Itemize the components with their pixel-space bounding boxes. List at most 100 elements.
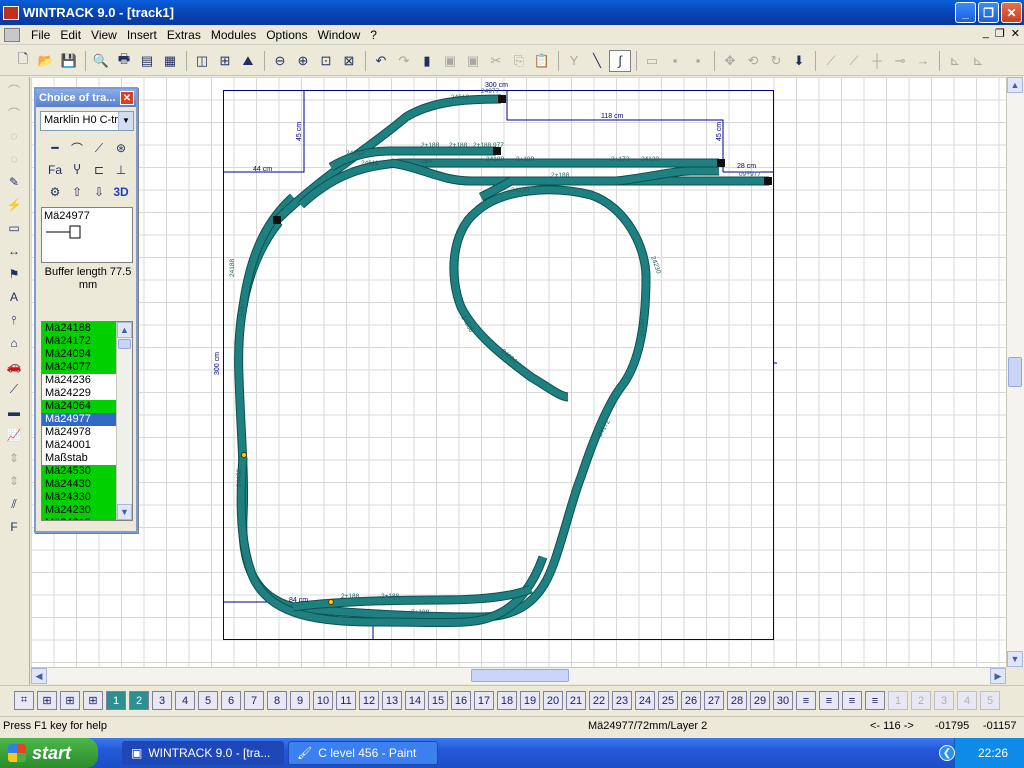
vehicle-icon[interactable]: 🚗 [2, 356, 26, 376]
layer-button-28[interactable]: 28 [727, 691, 747, 710]
scroll-up-arrow[interactable]: ▲ [1007, 77, 1023, 93]
open-icon[interactable]: 📂 [35, 50, 57, 72]
parts-list-item[interactable]: Maßstab [42, 452, 117, 465]
parts-list-item[interactable]: Mä24094 [42, 348, 117, 361]
view-slot-3-icon[interactable]: 3 [934, 691, 954, 710]
decoder-icon[interactable]: Fa [44, 159, 66, 181]
layer-tool-3-icon[interactable]: ⊞ [60, 691, 80, 710]
switch-icon[interactable]: Y [563, 50, 585, 72]
vertical-scroll-thumb[interactable] [1008, 357, 1022, 387]
track-end-icon[interactable]: ⊸ [889, 50, 911, 72]
layer-button-17[interactable]: 17 [474, 691, 494, 710]
zoom-in-icon[interactable]: ⊕ [292, 50, 314, 72]
split-icon[interactable]: ⟋ [843, 50, 865, 72]
zoom-window-icon[interactable]: ⊡ [315, 50, 337, 72]
layer-button-10[interactable]: 10 [313, 691, 333, 710]
landscape-icon[interactable]: ⛰ [237, 50, 259, 72]
menu-extras[interactable]: Extras [162, 28, 206, 42]
layer-button-6[interactable]: 6 [221, 691, 241, 710]
track-plan[interactable]: 300 cm 118 cm 28 cm 44 cm 84 cm 300 cm 4… [31, 77, 1006, 667]
menu-edit[interactable]: Edit [55, 28, 86, 42]
mdi-restore-button[interactable]: ❐ [995, 27, 1005, 40]
layer-button-8[interactable]: 8 [267, 691, 287, 710]
layer-button-25[interactable]: 25 [658, 691, 678, 710]
text-icon[interactable]: A [2, 287, 26, 307]
tray-expand-icon[interactable]: ❮ [939, 745, 955, 761]
parts-list-item[interactable]: Mä24064 [42, 400, 117, 413]
view-slot-1-icon[interactable]: 1 [888, 691, 908, 710]
book-icon[interactable]: ▮ [416, 50, 438, 72]
curve-tool-icon[interactable]: ∫ [609, 49, 631, 72]
place-object-icon[interactable]: ⬇ [788, 50, 810, 72]
layer-color-icon[interactable]: ≡ [819, 691, 839, 710]
save-icon[interactable]: 💾 [58, 50, 80, 72]
ungroup-icon[interactable]: ▪ [664, 50, 686, 72]
rotate-180-icon[interactable]: ↻ [765, 50, 787, 72]
catenary-icon[interactable]: ⚡ [2, 195, 26, 215]
copy-icon[interactable]: ⎘ [508, 50, 530, 72]
layer-button-24[interactable]: 24 [635, 691, 655, 710]
view-slot-2-icon[interactable]: 2 [911, 691, 931, 710]
layer-button-18[interactable]: 18 [497, 691, 517, 710]
horizontal-scrollbar[interactable]: ◀ ▶ [31, 667, 1006, 684]
print-icon[interactable]: 🖶 [113, 50, 135, 72]
move-icon[interactable]: ✥ [719, 50, 741, 72]
straight-track-icon[interactable]: ━ [44, 137, 66, 159]
parts-list-item[interactable]: Mä24330 [42, 491, 117, 504]
layer-button-9[interactable]: 9 [290, 691, 310, 710]
layer-button-2[interactable]: 2 [129, 691, 149, 710]
menu-modules[interactable]: Modules [206, 28, 261, 42]
menu-insert[interactable]: Insert [122, 28, 162, 42]
parts-list-item[interactable]: Mä24236 [42, 374, 117, 387]
manufacturer-select[interactable]: Marklin H0 C-tra ▼ [40, 111, 134, 131]
down-arrow-icon[interactable]: ⇩ [88, 181, 110, 203]
ramp-icon[interactable]: ⟋ [2, 379, 26, 399]
parts-list-item[interactable]: Mä24230 [42, 504, 117, 517]
layer-button-15[interactable]: 15 [428, 691, 448, 710]
horizontal-scroll-thumb[interactable] [471, 669, 569, 682]
junction-icon[interactable]: ┼ [866, 50, 888, 72]
parts-list-item[interactable]: Mä24530 [42, 465, 117, 478]
panel-title-bar[interactable]: Choice of tra... ✕ [36, 89, 136, 107]
group-icon[interactable]: ▭ [641, 50, 663, 72]
parts-icon[interactable]: ⚙ [44, 181, 66, 203]
layer-button-22[interactable]: 22 [589, 691, 609, 710]
height-icon[interactable]: ⇕ [2, 448, 26, 468]
dimension-icon[interactable]: ↔ [2, 241, 26, 261]
scroll-left-arrow[interactable]: ◀ [31, 668, 47, 684]
layer-button-23[interactable]: 23 [612, 691, 632, 710]
flex-track-icon[interactable]: ╲ [586, 50, 608, 72]
parts-list-icon[interactable]: ▦ [159, 50, 181, 72]
block-icon[interactable]: ⊏ [88, 159, 110, 181]
menu-options[interactable]: Options [261, 28, 312, 42]
rotate-icon[interactable]: ⟲ [742, 50, 764, 72]
curved-track-icon[interactable]: ⌒ [66, 137, 88, 159]
layer-tool-1-icon[interactable]: ⌗ [14, 691, 34, 710]
print-setup-icon[interactable]: ▤ [136, 50, 158, 72]
view-3d-icon[interactable]: 3D [110, 181, 132, 203]
parts-list-item[interactable]: Mä24978 [42, 426, 117, 439]
task-paint[interactable]: 🖌 C level 456 - Paint [288, 741, 438, 765]
parts-list-item[interactable]: Mä24188 [42, 322, 117, 335]
menu-view[interactable]: View [86, 28, 122, 42]
up-arrow-icon[interactable]: ⇧ [66, 181, 88, 203]
layer-button-7[interactable]: 7 [244, 691, 264, 710]
document-icon[interactable] [4, 27, 20, 42]
layer-button-20[interactable]: 20 [543, 691, 563, 710]
layer-edit-icon[interactable]: ≡ [842, 691, 862, 710]
platform-icon[interactable]: ▭ [2, 218, 26, 238]
scroll-down-arrow[interactable]: ▼ [1007, 651, 1023, 667]
parts-list-item[interactable]: Mä24077 [42, 361, 117, 374]
list-scroll-thumb[interactable] [118, 339, 131, 349]
start-button[interactable]: start [0, 738, 98, 768]
arrow-right-icon[interactable]: → [912, 50, 934, 72]
paste-icon[interactable]: 📋 [531, 50, 553, 72]
layer-stack-icon[interactable]: ≡ [865, 691, 885, 710]
layer-button-30[interactable]: 30 [773, 691, 793, 710]
align-icon[interactable]: ▪ [687, 50, 709, 72]
layer-stack-icon[interactable]: ◫ [191, 50, 213, 72]
signal-icon[interactable]: Ⴤ [66, 159, 88, 181]
measure-2-icon[interactable]: ⊾ [967, 50, 989, 72]
parts-list-scrollbar[interactable]: ▲ ▼ [116, 322, 132, 520]
scroll-up-arrow[interactable]: ▲ [117, 322, 132, 338]
